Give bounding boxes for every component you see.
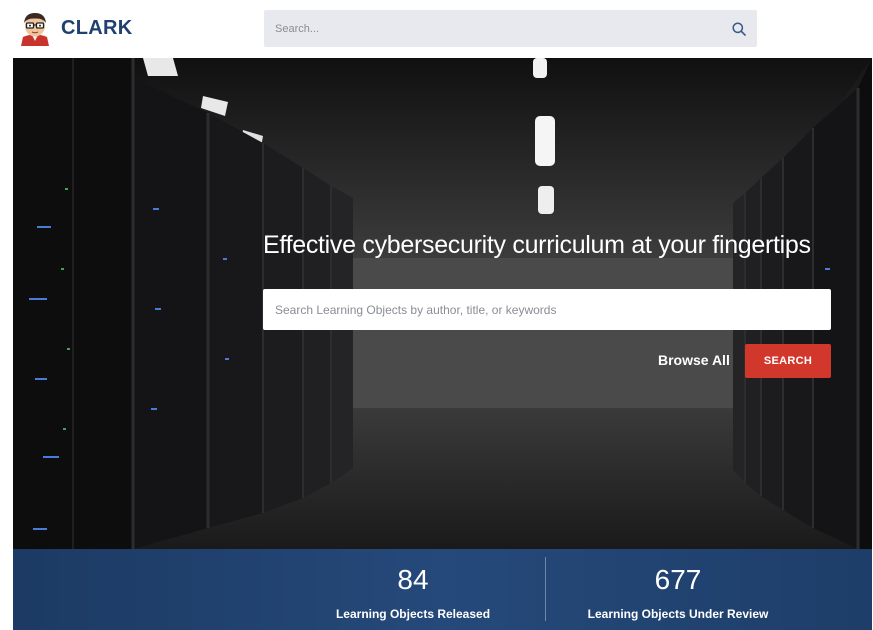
learning-objects-search-input[interactable]: [263, 289, 831, 330]
search-button[interactable]: SEARCH: [745, 344, 831, 378]
stat-value: 677: [654, 564, 702, 595]
search-icon[interactable]: [721, 10, 757, 47]
site-header: CLARK: [0, 0, 873, 58]
stat-under-review: 677 Learning Objects Under Review: [548, 549, 808, 622]
stat-label: Learning Objects Released: [335, 607, 491, 621]
stats-bar: 84 Learning Objects Released 677 Learnin…: [13, 549, 872, 630]
hero-banner: Effective cybersecurity curriculum at yo…: [13, 58, 872, 549]
stat-released: 84 Learning Objects Released: [283, 549, 543, 622]
stat-label: Learning Objects Under Review: [587, 607, 769, 621]
header-search-input[interactable]: [264, 10, 721, 47]
stat-divider: [545, 557, 546, 621]
header-search-bar: [264, 10, 757, 47]
stat-value: 84: [397, 564, 429, 595]
browse-all-link[interactable]: Browse All: [658, 352, 730, 368]
brand-name: CLARK: [61, 16, 133, 39]
mascot-logo-icon: [21, 13, 49, 46]
site-logo[interactable]: CLARK: [18, 10, 133, 46]
hero-title: Effective cybersecurity curriculum at yo…: [263, 231, 811, 259]
